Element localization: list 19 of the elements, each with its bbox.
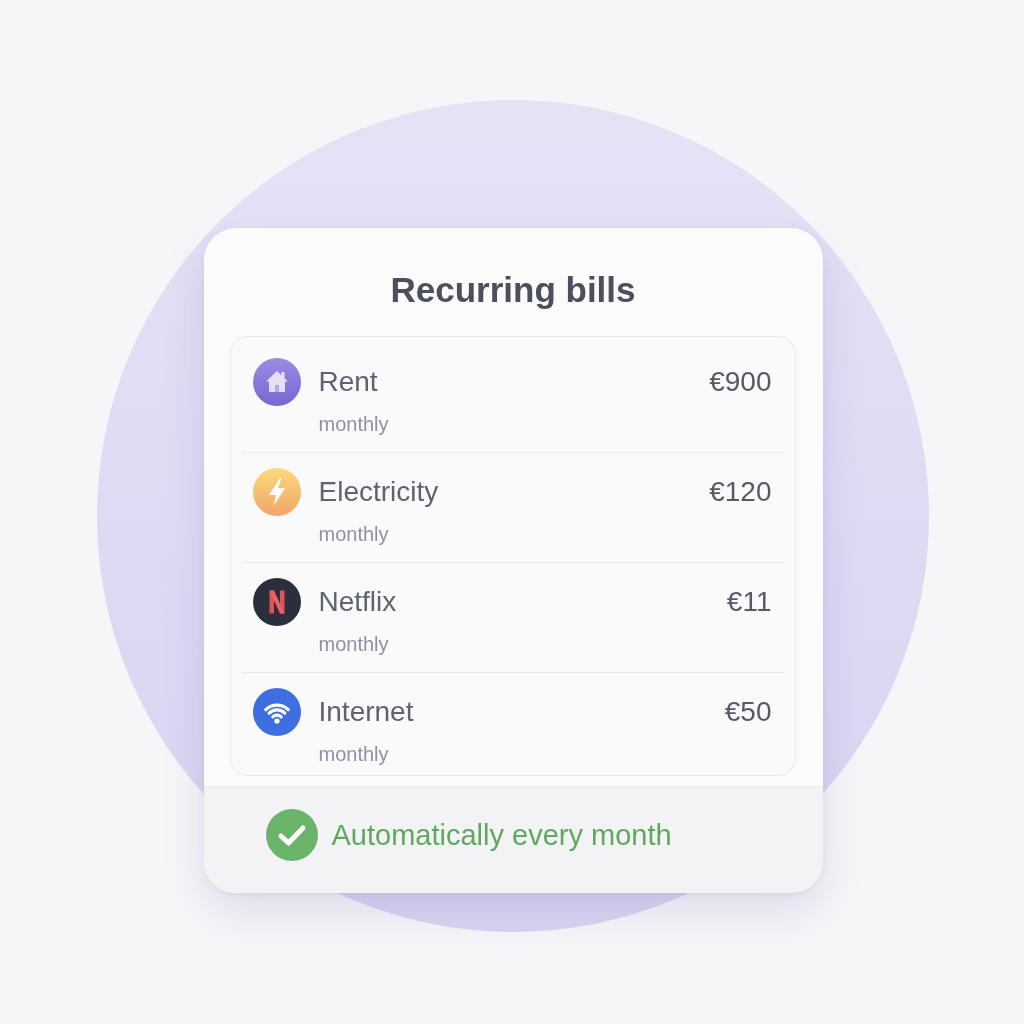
bill-name: Netflix	[318, 585, 397, 619]
bill-amount: €900	[709, 365, 772, 399]
bill-amount: €50	[724, 695, 772, 729]
house-icon	[252, 358, 301, 406]
bill-name: Internet	[318, 695, 414, 729]
check-circle-icon	[265, 809, 318, 861]
bill-name: Rent	[318, 365, 378, 399]
bill-frequency: monthly	[318, 632, 389, 657]
bill-frequency: monthly	[318, 522, 389, 547]
auto-pay-note: Automatically every month	[331, 818, 672, 853]
card-title: Recurring bills	[389, 269, 637, 311]
bill-amount: €120	[709, 475, 772, 509]
bill-frequency: monthly	[318, 412, 389, 437]
bill-name: Electricity	[318, 475, 439, 509]
bill-frequency: monthly	[318, 742, 389, 767]
lightning-icon	[252, 468, 301, 516]
bill-amount: €11	[726, 585, 772, 619]
n-logo-icon	[252, 578, 301, 626]
wifi-icon	[252, 688, 301, 736]
